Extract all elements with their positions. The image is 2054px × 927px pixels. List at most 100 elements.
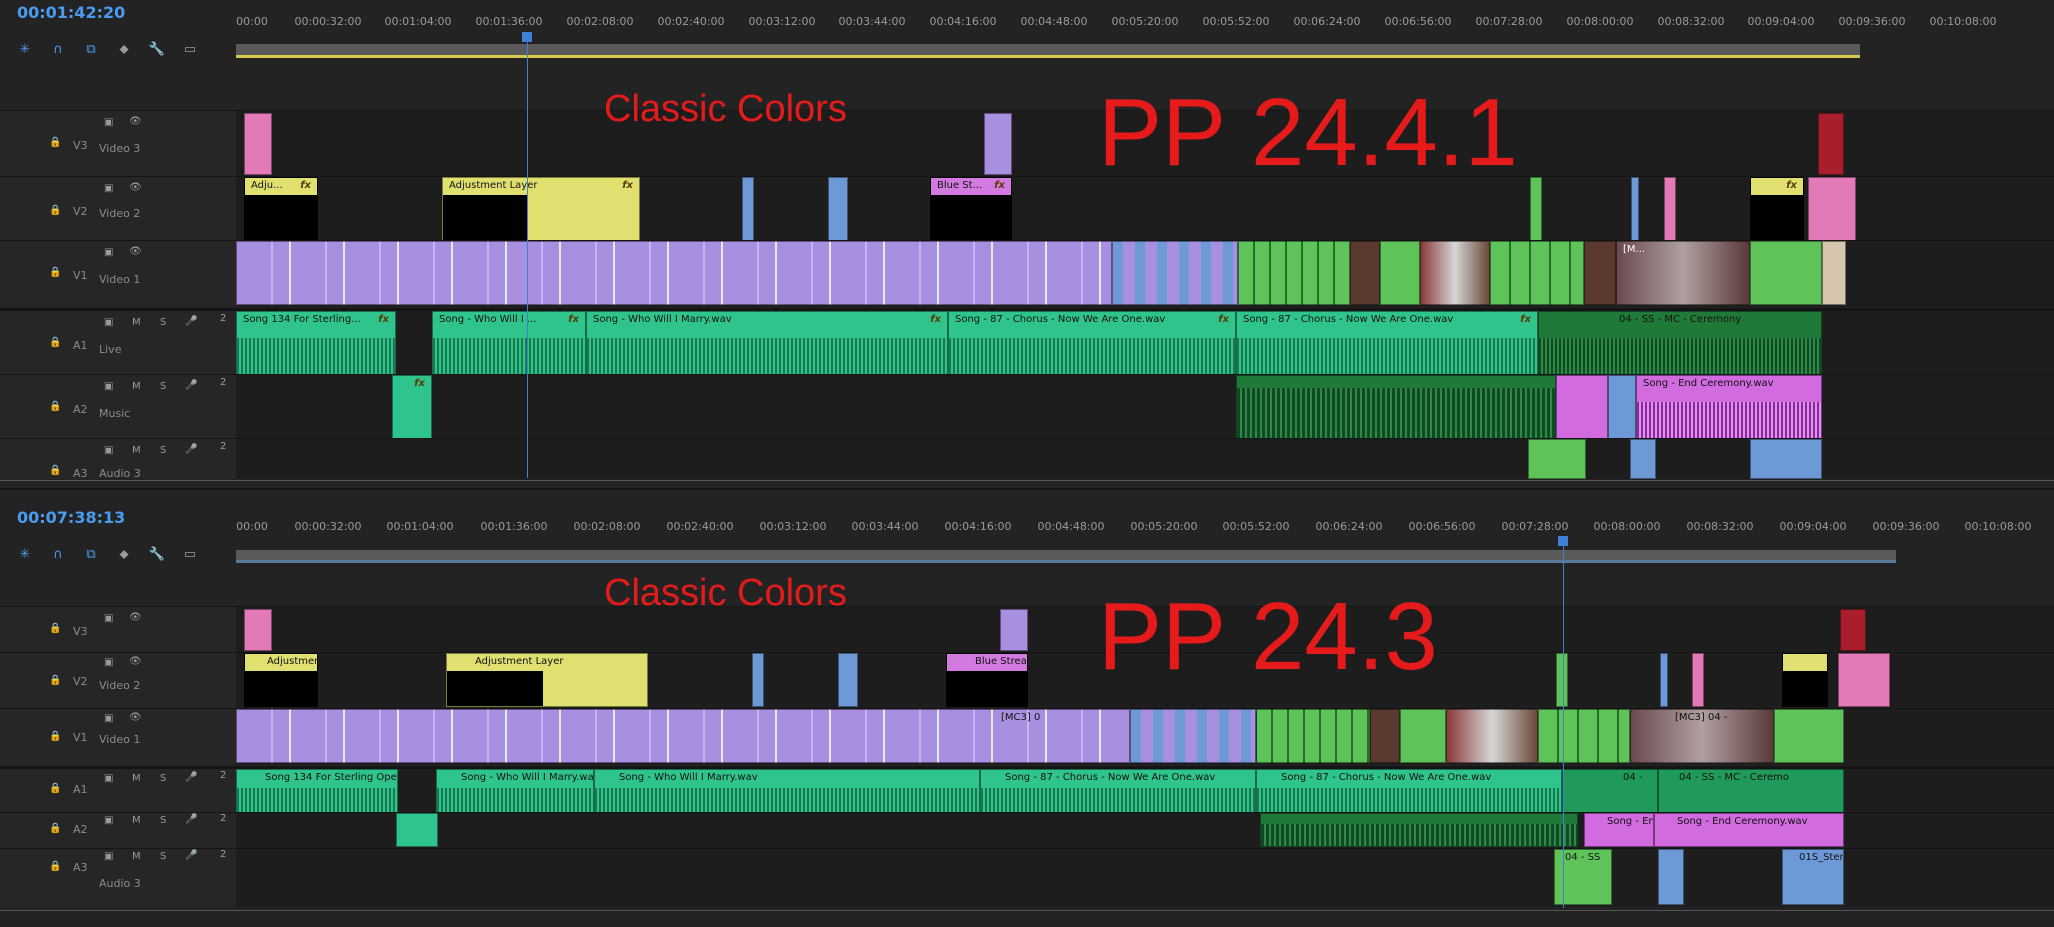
clip-photo[interactable] xyxy=(1446,709,1538,763)
playhead-handle[interactable] xyxy=(1558,536,1568,546)
eye-icon[interactable]: 👁 xyxy=(129,182,142,193)
clip[interactable]: Adjustment Layer xyxy=(446,653,648,707)
solo-button[interactable]: S xyxy=(160,851,166,862)
mute-button[interactable]: M xyxy=(132,381,141,392)
time-ruler[interactable]: 00:00 00:00:32:00 00:01:04:00 00:01:36:0… xyxy=(236,15,2054,35)
clip[interactable]: fx xyxy=(1750,177,1804,241)
clip[interactable] xyxy=(1692,653,1704,707)
clip-sequence-video[interactable] xyxy=(1774,709,1844,763)
clip[interactable]: Adjustmen xyxy=(244,653,318,707)
toggle-sync-icon[interactable]: ▣ xyxy=(104,657,113,668)
toggle-sync-icon[interactable]: ▣ xyxy=(104,317,113,328)
solo-button[interactable]: S xyxy=(160,815,166,826)
toggle-sync-icon[interactable]: ▣ xyxy=(104,713,113,724)
clip[interactable] xyxy=(828,177,848,241)
captions-icon[interactable]: ▭ xyxy=(181,40,199,58)
wrench-icon[interactable]: 🔧 xyxy=(148,40,166,58)
playhead-timecode[interactable]: 00:07:38:13 xyxy=(17,508,125,527)
toggle-sync-icon[interactable]: ▣ xyxy=(104,247,113,258)
clip[interactable] xyxy=(838,653,858,707)
clip[interactable] xyxy=(752,653,764,707)
audio-clip[interactable]: Song 134 For Sterling Opening.w xyxy=(236,769,398,813)
audio-clip[interactable]: Song - End Ceremony.wav xyxy=(1654,813,1844,847)
clip[interactable] xyxy=(1840,609,1866,651)
toggle-sync-icon[interactable]: ▣ xyxy=(104,773,113,784)
audio-clip[interactable] xyxy=(1658,849,1684,905)
clip-sequence-video[interactable] xyxy=(236,241,1112,305)
audio-clip[interactable]: 01S_Ster xyxy=(1782,849,1844,905)
captions-icon[interactable]: ▭ xyxy=(181,545,199,563)
track-lane[interactable]: Song 134 For Sterling Opening.w Song - W… xyxy=(236,769,2054,815)
lock-icon[interactable]: 🔒 xyxy=(49,675,61,686)
lock-icon[interactable]: 🔒 xyxy=(49,861,61,872)
track-lane[interactable]: [MC3] 0 [MC3] 04 - xyxy=(236,709,2054,765)
clip-sequence-video[interactable] xyxy=(1490,241,1584,305)
clip-photo[interactable] xyxy=(1420,241,1490,305)
clip[interactable] xyxy=(1556,653,1568,707)
playhead[interactable] xyxy=(1563,540,1564,908)
clip[interactable]: Adjustment Layer fx xyxy=(442,177,640,241)
toggle-sync-icon[interactable]: ▣ xyxy=(104,445,113,456)
lock-icon[interactable]: 🔒 xyxy=(49,205,61,216)
playhead[interactable] xyxy=(527,36,528,478)
eye-icon[interactable]: 👁 xyxy=(129,656,142,667)
eye-icon[interactable]: 👁 xyxy=(129,712,142,723)
horizontal-scrollbar[interactable] xyxy=(0,480,2054,482)
clip[interactable]: Blue Streaks xyxy=(946,653,1028,707)
audio-clip[interactable] xyxy=(1630,439,1656,479)
toggle-sync-icon[interactable]: ▣ xyxy=(104,183,113,194)
clip[interactable]: Adju... fx xyxy=(244,177,318,241)
clip-photo[interactable] xyxy=(1350,241,1380,305)
linked-selection-icon[interactable]: ⧉ xyxy=(82,40,100,58)
microphone-icon[interactable]: 🎤 xyxy=(185,380,197,391)
track-lane[interactable] xyxy=(236,439,2054,479)
toggle-sync-icon[interactable]: ▣ xyxy=(104,613,113,624)
clip-sequence-video[interactable] xyxy=(1538,709,1630,763)
clip[interactable]: Blue St... fx xyxy=(930,177,1012,241)
lock-icon[interactable]: 🔒 xyxy=(49,465,61,476)
audio-clip[interactable]: Song - End Ceremony.wav xyxy=(1636,375,1822,439)
audio-clip[interactable]: Song 134 For Sterling... fx xyxy=(236,311,396,375)
eye-icon[interactable]: 👁 xyxy=(129,612,142,623)
clip-photo[interactable] xyxy=(1584,241,1616,305)
microphone-icon[interactable]: 🎤 xyxy=(185,814,197,825)
audio-clip[interactable]: Song - Who Will I Marry.wav xyxy=(594,769,980,813)
work-area-bar[interactable] xyxy=(236,550,1896,563)
linked-selection-icon[interactable]: ⧉ xyxy=(82,545,100,563)
clip[interactable] xyxy=(1530,177,1542,241)
lock-icon[interactable]: 🔒 xyxy=(49,267,61,278)
mute-button[interactable]: M xyxy=(132,815,141,826)
wrench-icon[interactable]: 🔧 xyxy=(148,545,166,563)
audio-clip[interactable] xyxy=(1608,375,1636,439)
audio-clip[interactable]: Song - 87 - Chorus - Now We Are One.wav … xyxy=(1236,311,1538,375)
mute-button[interactable]: M xyxy=(132,773,141,784)
audio-clip[interactable]: Song - 87 - Chorus - Now We Are One.wav xyxy=(1256,769,1562,813)
clip-multicam[interactable]: [MC3] 04 - xyxy=(1630,709,1774,763)
solo-button[interactable]: S xyxy=(160,381,166,392)
audio-clip[interactable]: Song - 87 - Chorus - Now We Are One.wav xyxy=(980,769,1256,813)
audio-clip[interactable]: Song - 87 - Chorus - Now We Are One.wav … xyxy=(948,311,1236,375)
audio-clip[interactable]: Song - Who Will I Marry.wav xyxy=(436,769,594,813)
clip-sequence-video[interactable] xyxy=(1750,241,1822,305)
clip-sequence-video[interactable] xyxy=(1112,241,1238,305)
playhead-handle[interactable] xyxy=(522,32,532,42)
lock-icon[interactable]: 🔒 xyxy=(49,337,61,348)
playhead-timecode[interactable]: 00:01:42:20 xyxy=(17,3,125,22)
clip-sequence-video[interactable]: [MC3] 0 xyxy=(236,709,1130,763)
toggle-sync-icon[interactable]: ▣ xyxy=(104,117,113,128)
add-marker-icon[interactable]: ⬥ xyxy=(115,545,133,563)
audio-clip[interactable] xyxy=(1236,375,1556,439)
microphone-icon[interactable]: 🎤 xyxy=(185,316,197,327)
nest-sequence-icon[interactable]: ✳ xyxy=(16,545,34,563)
solo-button[interactable]: S xyxy=(160,773,166,784)
track-lane[interactable]: 04 - SS 01S_Ster xyxy=(236,849,2054,907)
clip-sequence-video[interactable] xyxy=(1822,241,1846,305)
work-area-bar[interactable] xyxy=(236,44,1860,58)
eye-icon[interactable]: 👁 xyxy=(129,246,142,257)
clip[interactable] xyxy=(1631,177,1639,241)
solo-button[interactable]: S xyxy=(160,317,166,328)
audio-clip[interactable] xyxy=(1528,439,1586,479)
lock-icon[interactable]: 🔒 xyxy=(49,823,61,834)
clip[interactable] xyxy=(1782,653,1828,707)
clip[interactable] xyxy=(1664,177,1676,241)
